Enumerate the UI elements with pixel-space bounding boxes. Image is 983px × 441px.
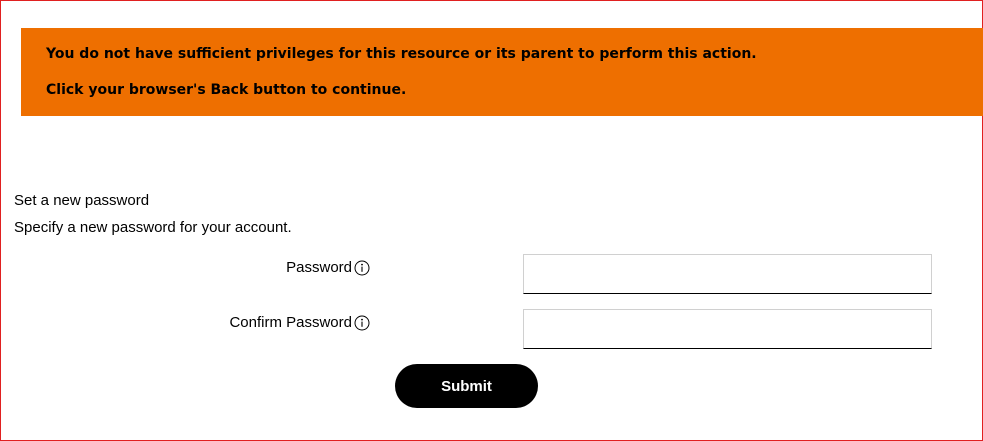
- info-icon[interactable]: [354, 315, 370, 331]
- form-heading: Set a new password: [14, 192, 150, 209]
- alert-instruction: Click your browser's Back button to cont…: [46, 82, 407, 98]
- error-alert-banner: You do not have sufficient privileges fo…: [21, 28, 983, 116]
- alert-message: You do not have sufficient privileges fo…: [46, 46, 757, 62]
- info-icon[interactable]: [354, 260, 370, 276]
- submit-button[interactable]: Submit: [395, 364, 538, 408]
- page-frame: You do not have sufficient privileges fo…: [0, 0, 983, 441]
- confirm-password-label: Confirm Password: [229, 314, 370, 332]
- confirm-password-input[interactable]: [523, 309, 932, 349]
- password-label-text: Password: [286, 259, 352, 276]
- confirm-password-label-text: Confirm Password: [229, 314, 352, 331]
- password-input[interactable]: [523, 254, 932, 294]
- password-label: Password: [286, 259, 370, 277]
- form-subheading: Specify a new password for your account.: [14, 219, 292, 236]
